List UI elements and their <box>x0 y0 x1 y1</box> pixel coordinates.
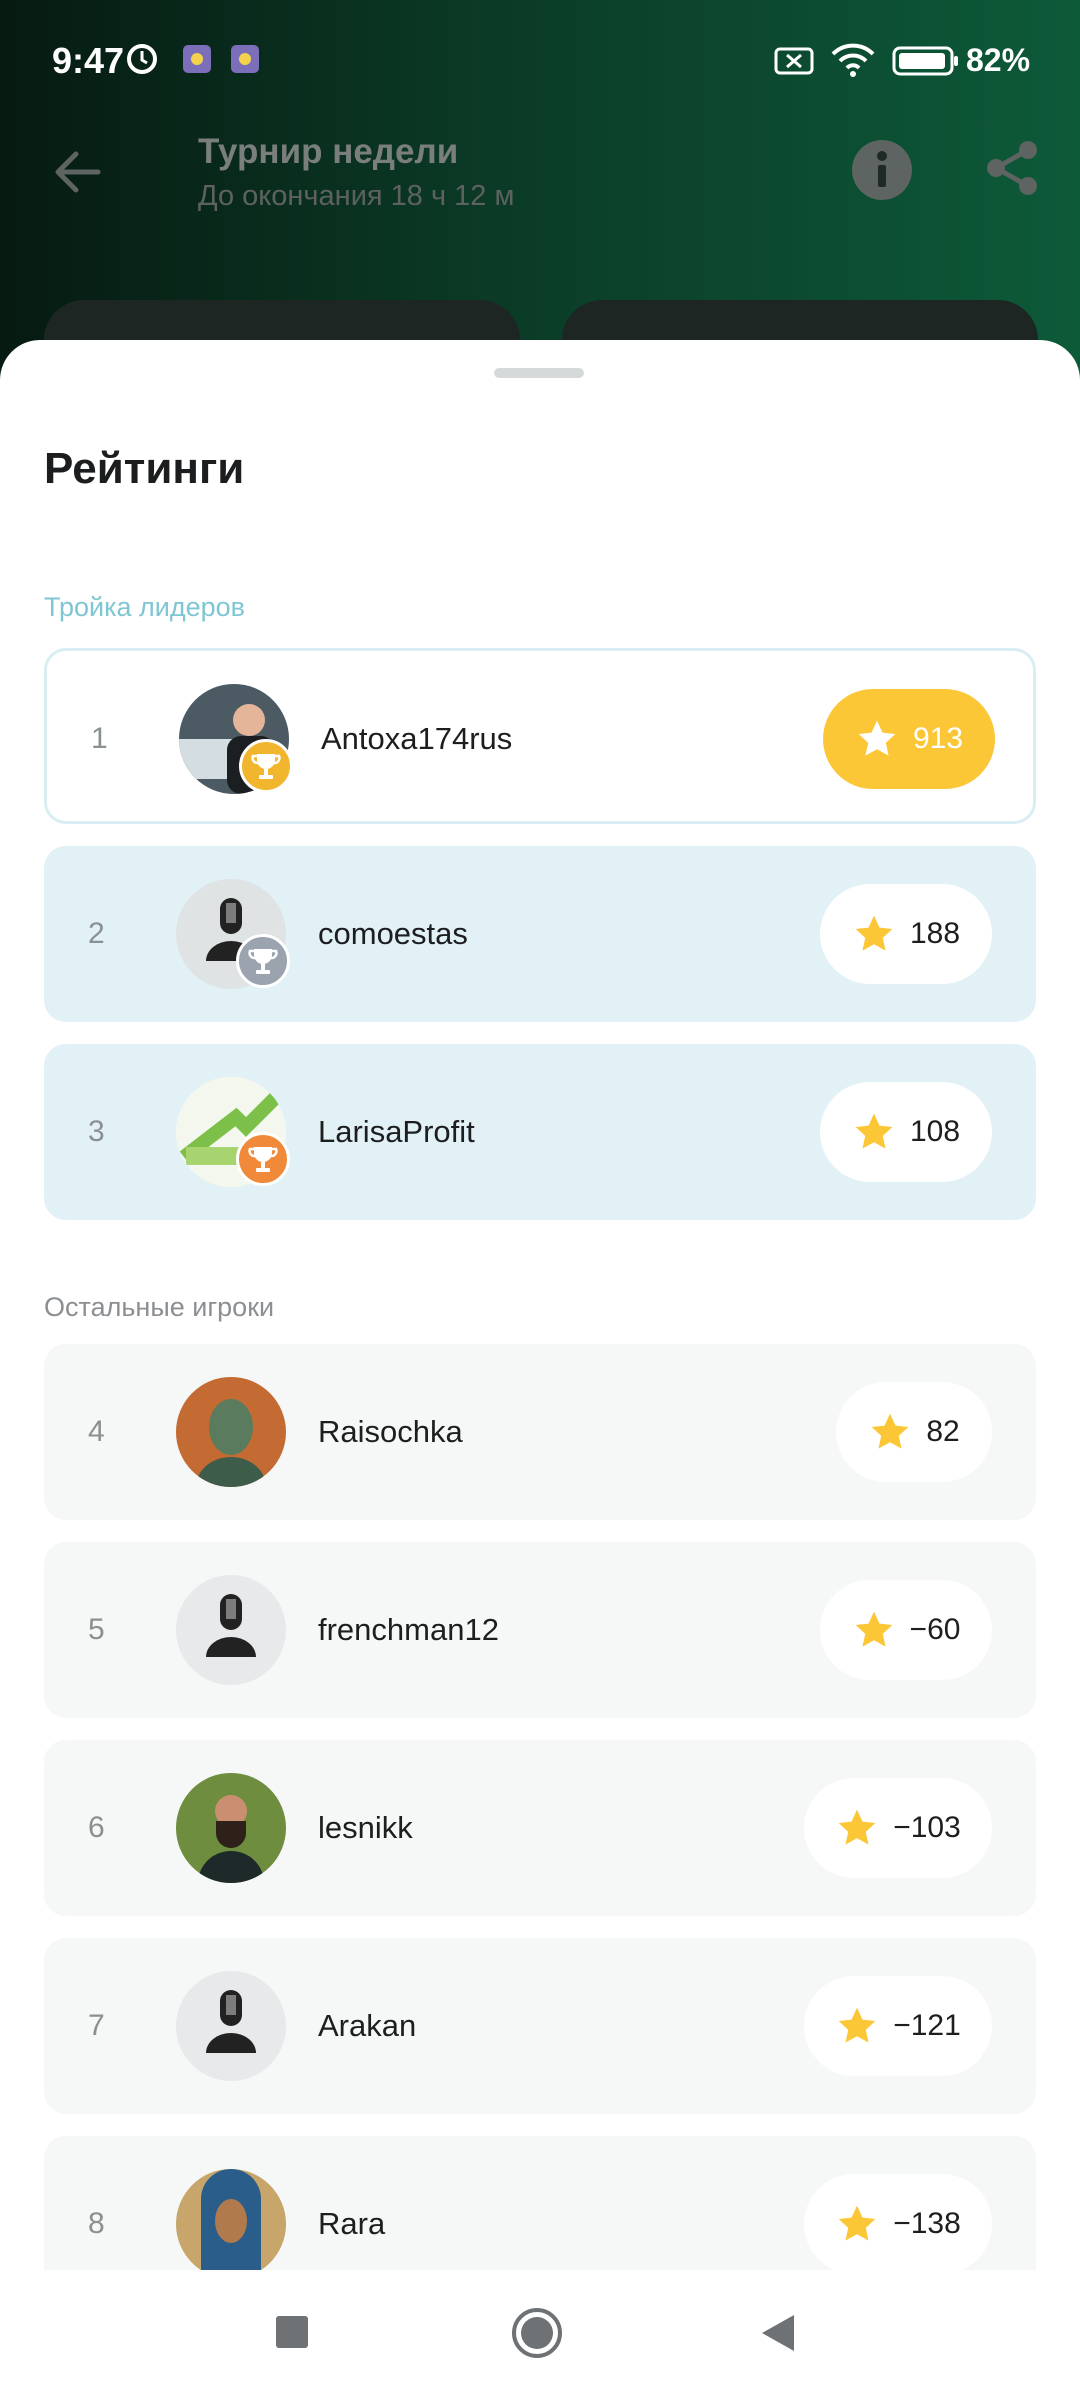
score-value: −121 <box>893 2009 961 2042</box>
dimmed-background: 9:47 82% Турнир недели До окончания 18 ч… <box>0 0 1080 400</box>
ratings-sheet: Рейтинги Тройка лидеров 1 Antoxa174rus 9… <box>0 340 1080 2270</box>
user-photo <box>176 1773 286 1883</box>
wifi-icon <box>831 43 875 77</box>
player-name: LarisaProfit <box>318 1114 475 1149</box>
star-icon <box>855 915 893 951</box>
star-icon <box>871 1413 909 1449</box>
score-value: −60 <box>909 1613 961 1646</box>
system-navigation-bar <box>0 2270 1080 2400</box>
rank-number: 1 <box>91 722 108 755</box>
score-value: 188 <box>909 917 961 950</box>
leader-row[interactable]: 2 comoestas 188 <box>44 846 1036 1022</box>
star-icon <box>838 2007 876 2043</box>
notification-app-icon <box>231 45 259 73</box>
player-row[interactable]: 7 Arakan −121 <box>44 1938 1036 2114</box>
player-name: Antoxa174rus <box>321 721 513 756</box>
leader-row[interactable]: 1 Antoxa174rus 913 <box>44 648 1036 824</box>
score-pill: 108 <box>820 1082 992 1182</box>
leader-row[interactable]: 3 LarisaProfit 108 <box>44 1044 1036 1220</box>
score-value: 913 <box>912 722 964 755</box>
avatar <box>176 1971 286 2081</box>
notification-app-icon <box>183 45 211 73</box>
trophy-badge <box>239 739 293 793</box>
rank-number: 7 <box>88 2009 105 2042</box>
leaders-heading: Тройка лидеров <box>44 592 245 622</box>
toolbar: Турнир недели До окончания 18 ч 12 м <box>0 120 1080 230</box>
score-pill: −121 <box>804 1976 992 2076</box>
score-pill: −103 <box>804 1778 992 1878</box>
score-value: 82 <box>926 1415 960 1448</box>
battery-icon <box>892 46 958 76</box>
player-name: frenchman12 <box>318 1612 499 1647</box>
score-value: 108 <box>909 1115 961 1148</box>
sheet-title: Рейтинги <box>44 444 245 493</box>
no-sim-icon <box>774 47 814 75</box>
player-name: comoestas <box>318 916 468 951</box>
score-pill: −138 <box>804 2174 992 2270</box>
score-value: −138 <box>893 2207 961 2240</box>
score-pill: −60 <box>820 1580 992 1680</box>
score-pill: 188 <box>820 884 992 984</box>
default-avatar-icon <box>206 1594 256 1657</box>
recent-apps-icon[interactable] <box>274 2314 310 2350</box>
rank-number: 4 <box>88 1415 105 1448</box>
others-heading: Остальные игроки <box>44 1292 275 1322</box>
rank-number: 5 <box>88 1613 105 1646</box>
alarm-icon <box>127 44 157 74</box>
player-row[interactable]: 4 Raisochka 82 <box>44 1344 1036 1520</box>
share-icon[interactable] <box>980 136 1044 200</box>
tournament-countdown: До окончания 18 ч 12 м <box>198 180 515 212</box>
rank-number: 8 <box>88 2207 105 2240</box>
sheet-drag-handle[interactable] <box>494 368 584 378</box>
score-pill: 913 <box>823 689 995 789</box>
player-name: Rara <box>318 2206 386 2241</box>
avatar <box>176 1773 286 1883</box>
rank-number: 6 <box>88 1811 105 1844</box>
player-name: Raisochka <box>318 1414 463 1449</box>
status-time: 9:47 <box>52 40 125 81</box>
trophy-badge <box>236 934 290 988</box>
player-row[interactable]: 8 Rara −138 <box>44 2136 1036 2270</box>
avatar <box>176 2169 286 2270</box>
rank-number: 3 <box>88 1115 105 1148</box>
star-icon <box>838 2205 876 2241</box>
avatar <box>176 1575 286 1685</box>
tournament-title: Турнир недели <box>198 132 459 171</box>
home-icon[interactable] <box>510 2306 564 2360</box>
star-icon <box>858 720 896 756</box>
score-pill: 82 <box>836 1382 992 1482</box>
player-row[interactable]: 6 lesnikk −103 <box>44 1740 1036 1916</box>
avatar <box>176 1377 286 1487</box>
trophy-badge <box>236 1132 290 1186</box>
default-avatar-icon <box>206 1990 256 2053</box>
player-name: lesnikk <box>318 1810 413 1845</box>
user-photo <box>176 1377 286 1487</box>
status-bar: 9:47 82% <box>0 0 1080 120</box>
rank-number: 2 <box>88 917 105 950</box>
trophy-icon <box>248 1147 278 1172</box>
battery-percent: 82% <box>966 42 1031 78</box>
score-value: −103 <box>893 1811 961 1844</box>
info-icon[interactable] <box>850 138 914 202</box>
trophy-icon <box>251 754 281 779</box>
player-row[interactable]: 5 frenchman12 −60 <box>44 1542 1036 1718</box>
back-arrow-icon[interactable] <box>48 142 108 202</box>
star-icon <box>838 1809 876 1845</box>
back-nav-icon[interactable] <box>758 2312 798 2354</box>
star-icon <box>855 1113 893 1149</box>
player-name: Arakan <box>318 2008 417 2043</box>
star-icon <box>855 1611 892 1647</box>
user-photo <box>176 2169 286 2270</box>
trophy-icon <box>248 949 278 974</box>
